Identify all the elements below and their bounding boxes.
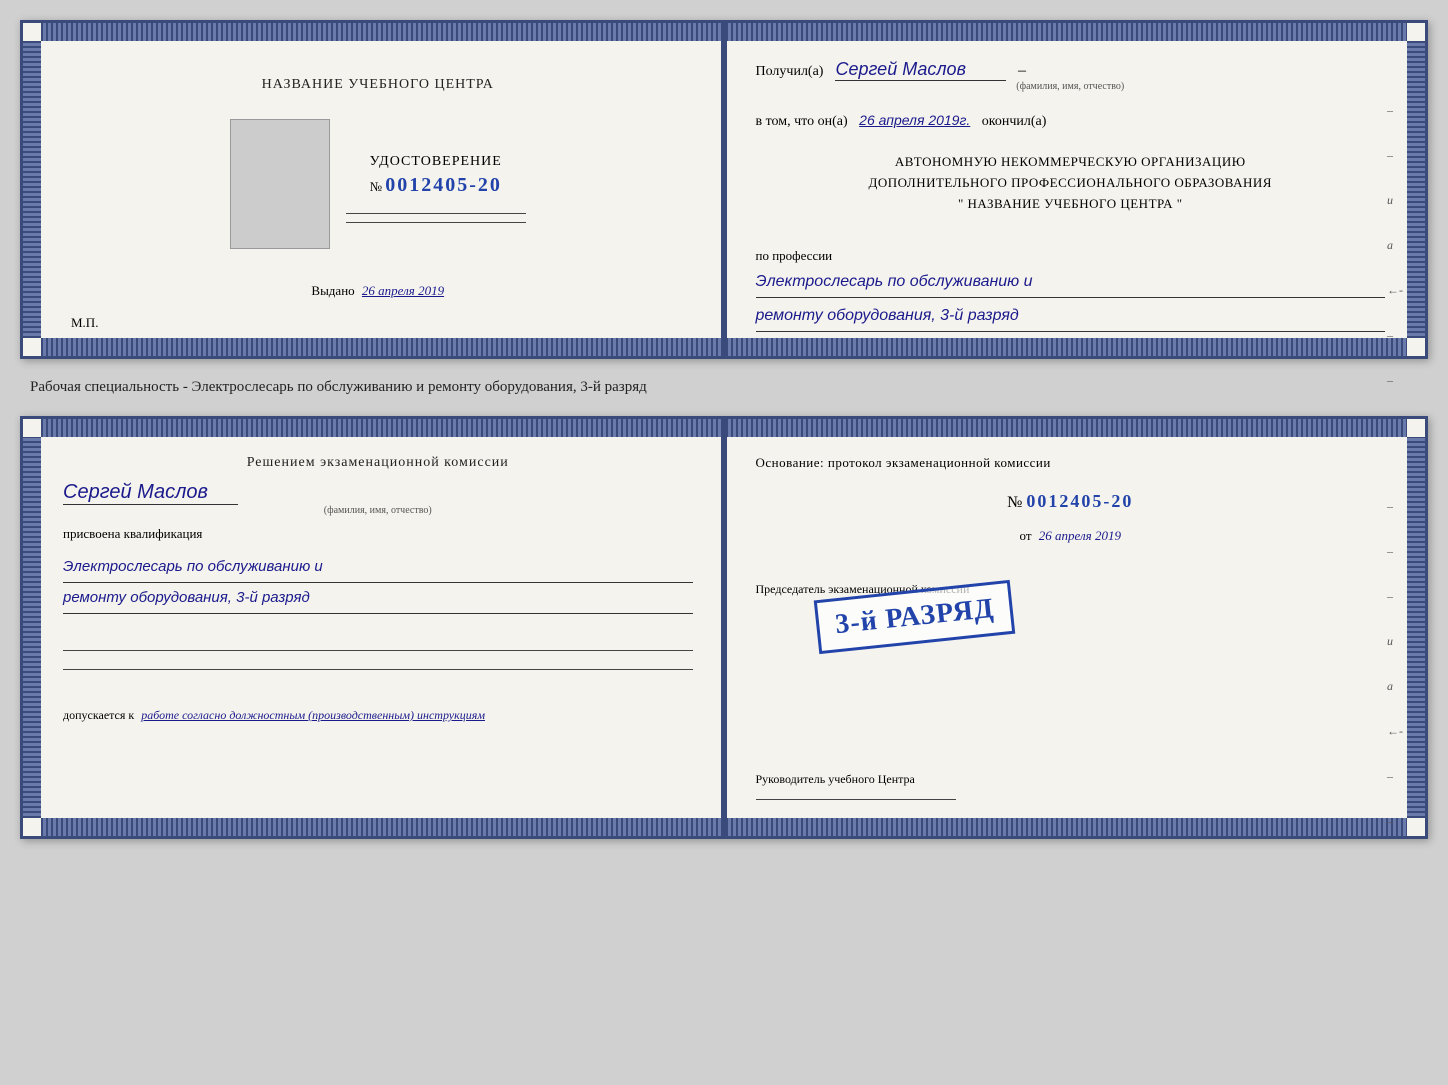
protocol-number: 0012405-20 — [1026, 491, 1133, 511]
margin-mark-6: – — [1387, 328, 1403, 343]
stamp-text: 3-й РАЗРЯД — [813, 580, 1015, 654]
issued-date: 26 апреля 2019 — [362, 283, 444, 298]
date-block: в том, что он(а) 26 апреля 2019г. окончи… — [756, 112, 1386, 130]
org-line-2: ДОПОЛНИТЕЛЬНОГО ПРОФЕССИОНАЛЬНОГО ОБРАЗО… — [756, 173, 1386, 194]
received-label: Получил(а) — [756, 64, 824, 79]
bm-4: и — [1387, 634, 1403, 649]
recipient-name: Сергей Маслов — [835, 59, 1005, 81]
osnov-label: Основание: протокол экзаменационной коми… — [756, 455, 1386, 471]
bm-2: – — [1387, 544, 1403, 559]
qualification-block: Электрослесарь по обслуживанию и ремонту… — [63, 552, 693, 614]
from-date-value: 26 апреля 2019 — [1039, 528, 1121, 543]
margin-mark-7: – — [1387, 373, 1403, 388]
profession-line-2: ремонту оборудования, 3-й разряд — [756, 302, 1386, 332]
in-that-label: в том, что он(а) — [756, 114, 848, 129]
admitted-label: допускается к — [63, 708, 134, 722]
admitted-text: работе согласно должностным (производств… — [141, 708, 485, 722]
signature-line-2 — [346, 222, 526, 223]
org-line-3: " НАЗВАНИЕ УЧЕБНОГО ЦЕНТРА " — [756, 194, 1386, 215]
sign-line-1 — [63, 650, 693, 651]
bm-1: – — [1387, 499, 1403, 514]
org-line-1: АВТОНОМНУЮ НЕКОММЕРЧЕСКУЮ ОРГАНИЗАЦИЮ — [756, 152, 1386, 173]
assigned-label: присвоена квалификация — [63, 526, 693, 542]
cert-number-area: УДОСТОВЕРЕНИЕ № 0012405-20 — [346, 154, 526, 197]
admitted-block: допускается к работе согласно должностны… — [63, 708, 693, 723]
completed-date: 26 апреля 2019г. — [859, 112, 970, 128]
margin-mark-5: ←- — [1387, 283, 1403, 298]
sign-line-2 — [63, 669, 693, 670]
profession-line-1: Электрослесарь по обслуживанию и — [756, 268, 1386, 298]
protocol-number-block: № 0012405-20 — [756, 491, 1386, 512]
dash-separator: – — [1018, 62, 1026, 79]
from-date-block: от 26 апреля 2019 — [756, 528, 1386, 544]
bottom-person-name: Сергей Маслов — [63, 481, 238, 505]
institution-name-top: НАЗВАНИЕ УЧЕБНОГО ЦЕНТРА — [262, 77, 494, 93]
top-cert-left-page: НАЗВАНИЕ УЧЕБНОГО ЦЕНТРА УДОСТОВЕРЕНИЕ №… — [23, 23, 724, 356]
bm-3: – — [1387, 589, 1403, 604]
recipient-block: Получил(а) Сергей Маслов – (фамилия, имя… — [756, 59, 1386, 92]
cert-label: УДОСТОВЕРЕНИЕ — [346, 154, 526, 170]
bm-6: ←- — [1387, 724, 1403, 739]
top-cert-right-page: Получил(а) Сергей Маслов – (фамилия, имя… — [724, 23, 1426, 356]
signature-lines-area — [63, 632, 693, 688]
stamp-container: 3-й РАЗРЯД — [814, 577, 1015, 657]
photo-placeholder — [230, 119, 330, 249]
issued-label: Выдано — [311, 283, 354, 298]
cert-number: 0012405-20 — [385, 174, 502, 196]
cert-number-prefix: № — [370, 179, 382, 194]
manager-block: Руководитель учебного Центра — [756, 764, 1386, 812]
bm-5: а — [1387, 679, 1403, 694]
decision-label: Решением экзаменационной комиссии — [63, 455, 693, 471]
profession-label: по профессии — [756, 248, 1386, 264]
bottom-person-hint: (фамилия, имя, отчество) — [63, 505, 693, 516]
signature-line-1 — [346, 213, 526, 214]
manager-label: Руководитель учебного Центра — [756, 772, 1386, 787]
page-wrapper: НАЗВАНИЕ УЧЕБНОГО ЦЕНТРА УДОСТОВЕРЕНИЕ №… — [20, 20, 1428, 839]
qualification-line-2: ремонту оборудования, 3-й разряд — [63, 583, 693, 614]
bottom-person-block: Сергей Маслов (фамилия, имя, отчество) — [63, 481, 693, 516]
number-prefix: № — [1007, 494, 1022, 511]
qualification-line-1: Электрослесарь по обслуживанию и — [63, 552, 693, 583]
mp-label: М.П. — [71, 315, 98, 330]
bottom-certificate-book: Решением экзаменационной комиссии Сергей… — [20, 416, 1428, 839]
margin-mark-4: а — [1387, 238, 1403, 253]
bm-7: – — [1387, 769, 1403, 784]
manager-sign-line — [756, 799, 956, 800]
profession-block: по профессии Электрослесарь по обслужива… — [756, 240, 1386, 332]
between-label: Рабочая специальность - Электрослесарь п… — [20, 377, 1428, 398]
margin-mark-3: и — [1387, 193, 1403, 208]
org-block: АВТОНОМНУЮ НЕКОММЕРЧЕСКУЮ ОРГАНИЗАЦИЮ ДО… — [756, 152, 1386, 214]
margin-mark-2: – — [1387, 148, 1403, 163]
bottom-cert-right-page: Основание: протокол экзаменационной коми… — [724, 419, 1426, 836]
top-certificate-book: НАЗВАНИЕ УЧЕБНОГО ЦЕНТРА УДОСТОВЕРЕНИЕ №… — [20, 20, 1428, 359]
bottom-cert-left-page: Решением экзаменационной комиссии Сергей… — [23, 419, 724, 836]
bottom-right-margin-marks: – – – и а ←- – – — [1387, 499, 1403, 829]
bm-8: – — [1387, 814, 1403, 829]
finished-label: окончил(а) — [982, 114, 1047, 129]
margin-mark-1: – — [1387, 103, 1403, 118]
from-label: от — [1020, 528, 1032, 543]
recipient-hint: (фамилия, имя, отчество) — [756, 81, 1386, 92]
chairman-block: Председатель экзаменационной комиссии 3-… — [756, 572, 1386, 692]
issued-line: Выдано 26 апреля 2019 — [311, 283, 444, 299]
